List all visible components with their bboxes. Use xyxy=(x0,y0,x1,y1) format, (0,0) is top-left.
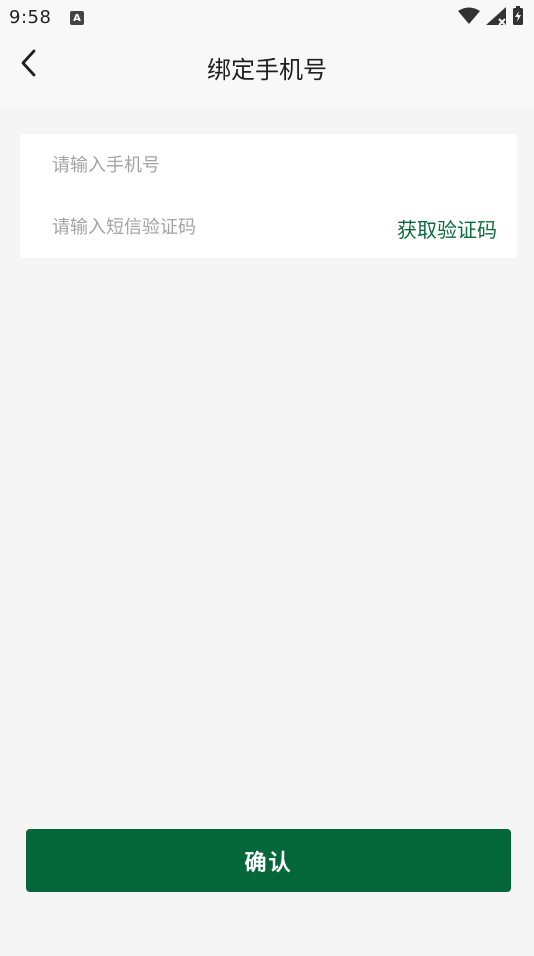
page-title: 绑定手机号 xyxy=(207,56,327,84)
status-icons xyxy=(458,6,524,30)
cellular-signal-icon xyxy=(486,7,506,29)
status-bar: 9:58 A xyxy=(0,0,534,36)
phone-input[interactable] xyxy=(52,150,482,180)
bind-phone-form: 获取验证码 xyxy=(20,134,517,258)
wifi-icon xyxy=(458,7,480,29)
status-time: 9:58 xyxy=(9,7,52,28)
confirm-button[interactable]: 确认 xyxy=(26,829,511,892)
get-code-button[interactable]: 获取验证码 xyxy=(397,214,497,243)
sms-code-input[interactable] xyxy=(52,212,372,242)
app-header: 绑定手机号 xyxy=(0,36,534,109)
sms-code-row: 获取验证码 xyxy=(20,196,517,258)
battery-charging-icon xyxy=(512,6,524,30)
phone-row xyxy=(20,134,517,196)
a-notification-icon: A xyxy=(70,11,84,25)
